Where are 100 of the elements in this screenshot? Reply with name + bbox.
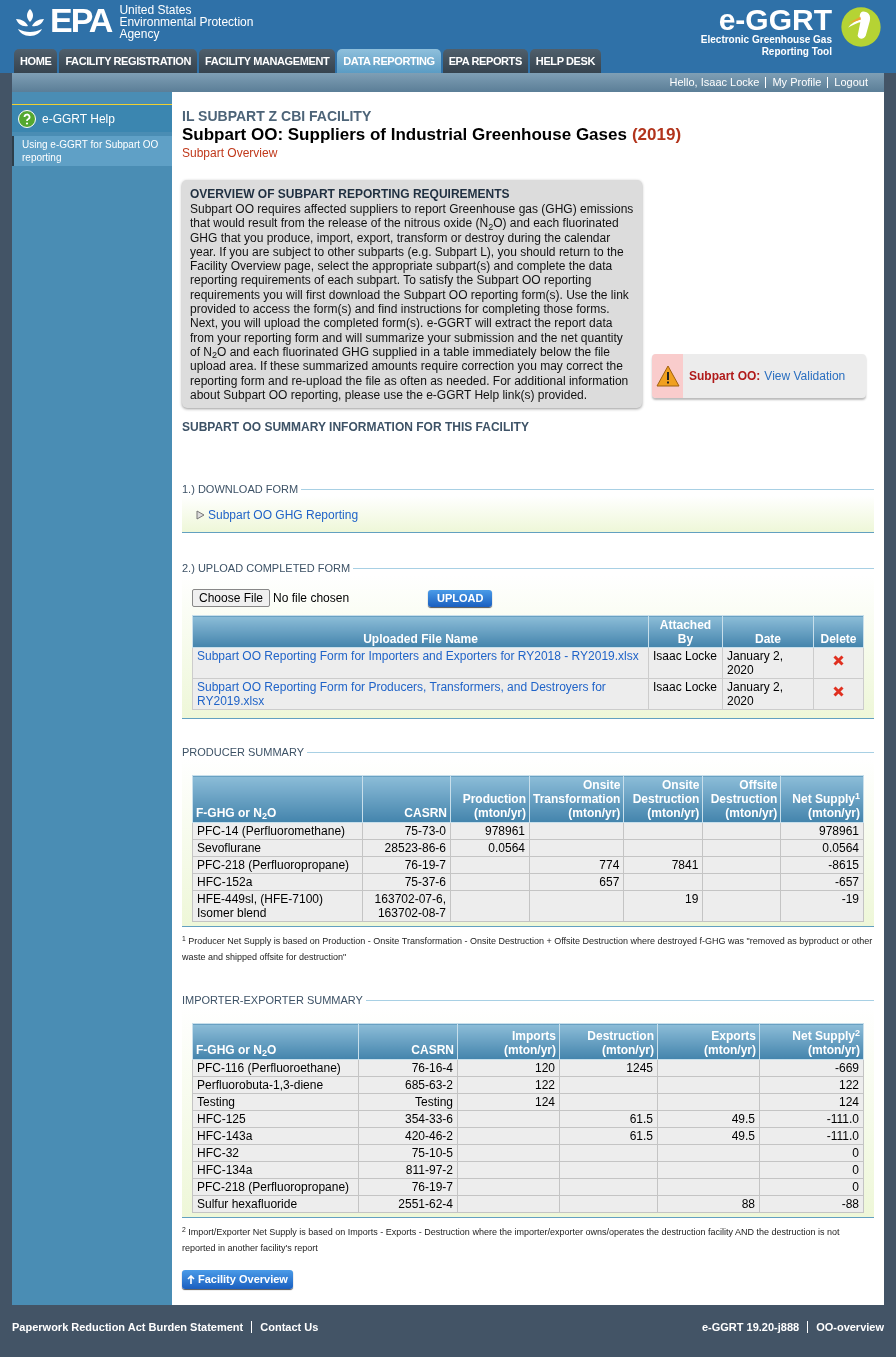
table-cell: Sevoflurane	[197, 841, 262, 856]
greeting-text: Hello, Isaac Locke	[669, 77, 760, 88]
table-cell: HFC-125	[197, 1112, 246, 1127]
table-cell: HFC-152a	[197, 875, 253, 890]
section-legend: 2.) UPLOAD COMPLETED FORM	[182, 561, 351, 576]
table-cell: PFC-14 (Perfluoromethane)	[197, 824, 346, 839]
column-header: Production (mton/yr)	[450, 775, 530, 823]
nav-tab[interactable]: FACILITY MANAGEMENT	[199, 49, 336, 73]
column-header: Offsite Destruction (mton/yr)	[702, 775, 781, 823]
section-legend: 1.) DOWNLOAD FORM	[182, 482, 299, 497]
table-cell: 0	[852, 1146, 859, 1161]
column-header: F-GHG or N$_{2}$O	[192, 775, 363, 823]
table-cell: 76-16-4	[411, 1061, 453, 1076]
table-cell: 61.5	[629, 1112, 653, 1127]
table-cell: 124	[838, 1095, 859, 1110]
table-cell: 49.5	[731, 1112, 755, 1127]
table-cell: -19	[841, 892, 859, 907]
bird-logo-drawing	[840, 6, 882, 48]
table-cell: January 2, 2020	[722, 678, 814, 710]
page-subtitle: Subpart Overview	[182, 146, 279, 160]
column-header: Net Supply$^{2}$ (mton/yr)	[759, 1023, 864, 1060]
table-cell: 685-63-2	[404, 1078, 453, 1093]
table-cell: Perfluorobuta-1,3-diene	[197, 1078, 324, 1093]
table-cell: HFE-449sl, (HFE-7100) Isomer blend	[197, 892, 324, 921]
column-header: Exports (mton/yr)	[657, 1023, 760, 1060]
facility-name: IL SUBPART Z CBI FACILITY	[182, 108, 373, 124]
table-cell: 19	[685, 892, 699, 907]
table-cell: 75-37-6	[404, 875, 446, 890]
version-info-text: e-GGRT 19.20-j888	[701, 1321, 800, 1333]
table-cell: 76-19-7	[411, 1180, 453, 1195]
table-cell: 7841	[671, 858, 699, 873]
table-cell: Sulfur hexafluoride	[197, 1197, 298, 1212]
validation-label: Subpart OO:	[689, 369, 761, 384]
footer-link[interactable]: Paperwork Reduction Act Burden Statement	[12, 1321, 244, 1333]
nav-tab[interactable]: FACILITY REGISTRATION	[59, 49, 198, 73]
epa-flower-icon	[14, 7, 46, 37]
column-header: Date	[722, 615, 814, 648]
help-icon[interactable]	[18, 109, 36, 128]
table-cell: 76-19-7	[404, 858, 446, 873]
footer-link[interactable]: Contact Us	[251, 1321, 319, 1333]
table-cell: HFC-134a	[197, 1163, 253, 1178]
download-link[interactable]: Subpart OO GHG Reporting	[208, 506, 359, 525]
table-cell: HFC-143a	[197, 1129, 253, 1144]
help-title: e-GGRT Help	[42, 110, 115, 128]
column-header: F-GHG or N$_{2}$O	[192, 1023, 359, 1060]
page-title: Subpart OO: Suppliers of Industrial Greenhouse Gases	[182, 124, 627, 146]
table-cell: 354-33-6	[404, 1112, 453, 1127]
footnote-text: $^{2}$ Import/Exporter Net Supply is based on Imports - Exports - Destruction where the importer/exporter owns/operates the destruction facility AND the destruction is not reported in another facility's report	[182, 1224, 841, 1256]
header-link[interactable]: Logout	[827, 77, 868, 88]
footnote-text: $^{1}$ Producer Net Supply is based on Production - Onsite Transformation - Onsite Destruction + Offsite Destruction where destroyed f-GHG was "removed as byproduct or other waste and shipped offsite for destruction"	[182, 933, 874, 965]
delete-icon[interactable]	[833, 686, 844, 698]
table-cell: 1245	[626, 1061, 653, 1076]
table-cell: January 2, 2020	[722, 647, 814, 679]
nav-tab[interactable]: HELP DESK	[529, 49, 601, 73]
validation-link[interactable]: View Validation	[764, 369, 846, 384]
table-cell: Isaac Locke	[648, 647, 723, 679]
agency-name: United States Environmental Protection Agency	[119, 4, 254, 40]
table-cell: 75-73-0	[404, 824, 446, 839]
table-cell: 2551-62-4	[398, 1197, 453, 1212]
delete-icon[interactable]	[833, 655, 844, 667]
table-cell: -111.0	[826, 1129, 859, 1144]
table-cell: -88	[841, 1197, 859, 1212]
nav-tab[interactable]: EPA REPORTS	[442, 49, 528, 73]
column-header: Destruction (mton/yr)	[559, 1023, 658, 1060]
column-header: Attached By	[648, 615, 723, 648]
table-cell: 657	[599, 875, 620, 890]
version-info-text: OO-overview	[807, 1321, 884, 1333]
table-cell: -669	[834, 1061, 859, 1076]
table-cell: 978961	[818, 824, 859, 839]
table-cell: Testing	[197, 1095, 236, 1110]
table-cell: 0.0564	[488, 841, 525, 856]
table-cell: 120	[534, 1061, 555, 1076]
column-header: CASRN	[362, 775, 451, 823]
upload-button[interactable]: UPLOAD	[428, 589, 493, 607]
play-arrow-icon	[196, 510, 205, 521]
warning-icon	[655, 365, 680, 388]
table-cell: 163702-07-6, 163702-08-7	[374, 892, 446, 921]
table-cell: -657	[834, 875, 859, 890]
table-cell: 811-97-2	[405, 1163, 453, 1178]
sidebar-link[interactable]: Using e-GGRT for Subpart OO reporting	[12, 136, 172, 166]
overview-title: OVERVIEW OF SUBPART REPORTING REQUIREMENTS	[190, 186, 511, 202]
nav-tab[interactable]: HOME	[14, 49, 58, 73]
table-cell: 420-46-2	[404, 1129, 453, 1144]
table-cell: 0	[852, 1180, 859, 1195]
facility-overview-button[interactable]: Facility Overview	[182, 1270, 293, 1290]
arrow-up-icon	[187, 1274, 195, 1285]
table-cell: 978961	[484, 824, 525, 839]
table-cell: 49.5	[731, 1129, 755, 1144]
header-link[interactable]: My Profile	[765, 77, 822, 88]
table-cell: 124	[534, 1095, 555, 1110]
agency-logo-text: EPA	[50, 4, 112, 36]
table-cell: PFC-218 (Perfluoropropane)	[197, 858, 350, 873]
table-cell: 0	[852, 1163, 859, 1178]
column-header: Onsite Destruction (mton/yr)	[623, 775, 703, 823]
column-header: Uploaded File Name	[192, 615, 649, 648]
choose-file-button[interactable]: Choose File	[192, 589, 271, 608]
file-status-text: No file chosen	[273, 590, 350, 608]
table-cell: 774	[599, 858, 620, 873]
table-cell: 88	[741, 1197, 755, 1212]
section-legend: IMPORTER-EXPORTER SUMMARY	[182, 993, 363, 1008]
